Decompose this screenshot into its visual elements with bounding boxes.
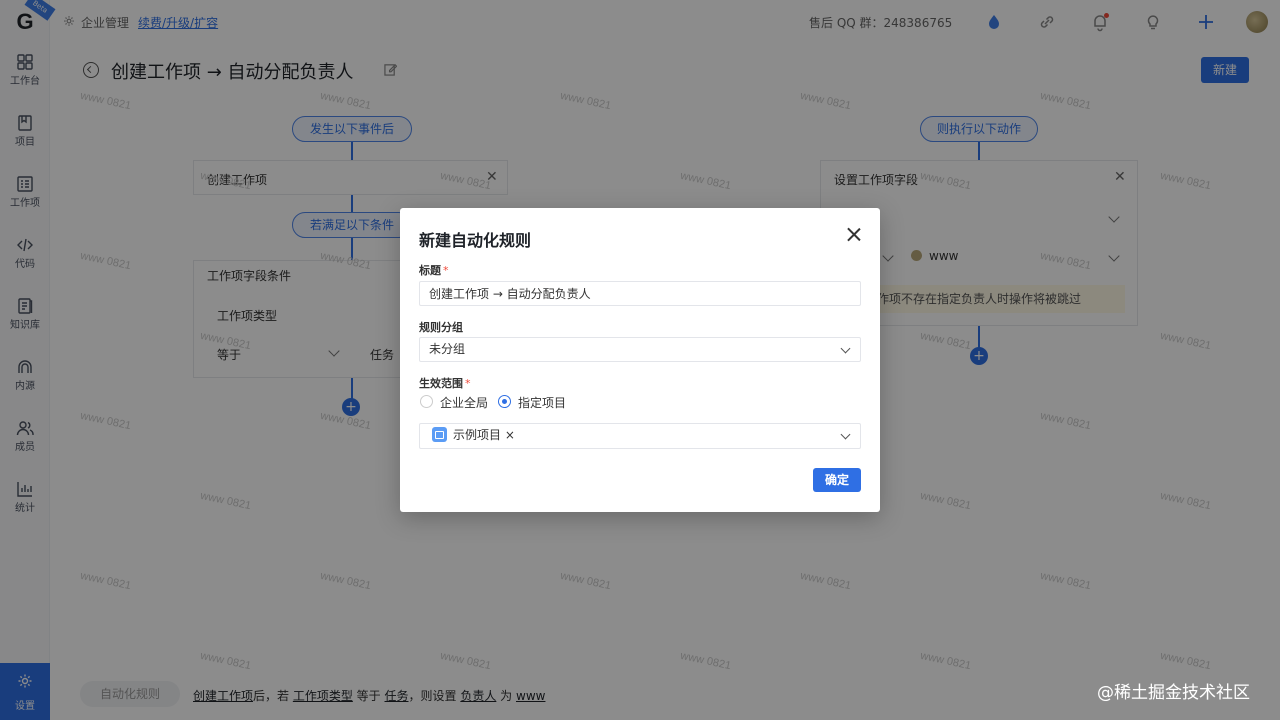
scope-label: 生效范围 * [419, 375, 471, 391]
required-mark: * [465, 377, 471, 390]
required-mark: * [443, 264, 449, 277]
project-tag-label: 示例项目 [453, 428, 502, 442]
scope-label-text: 生效范围 [419, 377, 463, 390]
scope-radio-project[interactable] [498, 395, 511, 408]
scope-radio-global[interactable] [420, 395, 433, 408]
brand-watermark: @稀土掘金技术社区 [1097, 683, 1250, 703]
close-icon[interactable] [846, 226, 862, 242]
title-input[interactable] [419, 281, 861, 306]
new-rule-dialog: 新建自动化规则 标题* 规则分组 未分组 生效范围* 企业全局 指定项目 示例项… [400, 208, 880, 512]
title-label: 标题 * [419, 262, 449, 278]
remove-tag-icon[interactable]: × [505, 428, 515, 442]
project-select[interactable]: 示例项目 × [419, 423, 861, 449]
project-icon [432, 427, 447, 442]
title-label-text: 标题 [419, 264, 441, 277]
chevron-down-icon [840, 343, 851, 354]
dialog-title: 新建自动化规则 [419, 231, 532, 250]
group-select[interactable]: 未分组 [419, 337, 861, 362]
group-label: 规则分组 [419, 321, 463, 334]
scope-option-project[interactable]: 指定项目 [518, 394, 566, 411]
group-select-value: 未分组 [429, 342, 466, 356]
confirm-button[interactable]: 确定 [813, 468, 861, 492]
chevron-down-icon [840, 429, 851, 440]
project-tag: 示例项目 × [432, 427, 515, 444]
scope-option-global[interactable]: 企业全局 [440, 394, 488, 411]
